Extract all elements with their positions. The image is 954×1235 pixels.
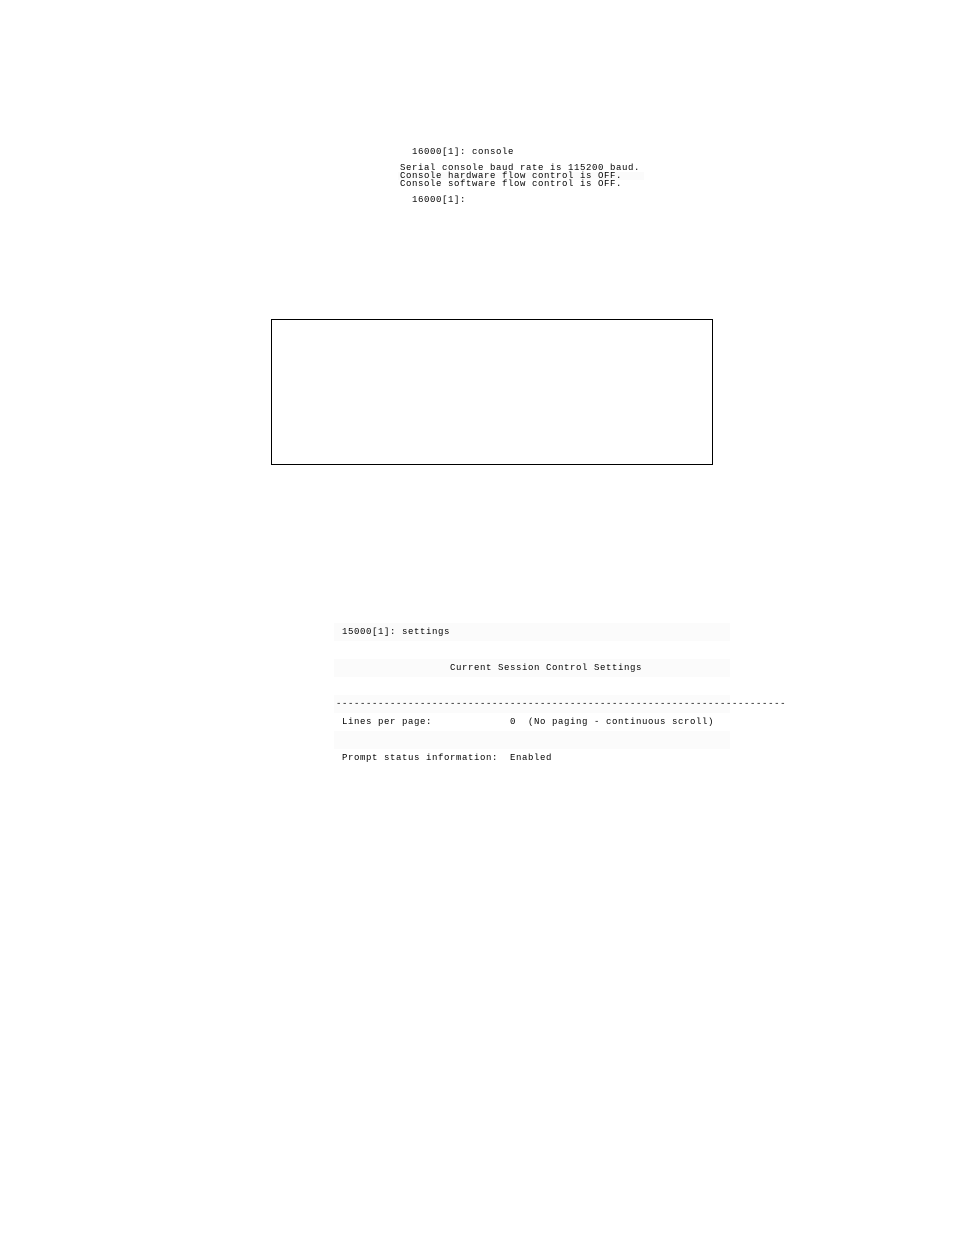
blank-line [334,677,730,695]
console-prompt-line: 16000[1]: console [398,148,644,156]
console-swflow-line: Console software flow control is OFF. [398,180,644,188]
blank-line [334,731,730,749]
settings-lines-per-page: Lines per page: 0 (No paging - continuou… [334,713,730,731]
settings-divider-line: ----------------------------------------… [334,695,730,713]
settings-title-line: Current Session Control Settings [334,659,730,677]
settings-prompt-line: 15000[1]: settings [334,623,730,641]
blank-line [334,641,730,659]
settings-prompt-status: Prompt status information: Enabled [334,749,730,767]
blank-line [398,204,644,212]
settings-output-block: 15000[1]: settings Current Session Contr… [334,623,730,767]
empty-frame [271,319,713,465]
console-prompt-line-2: 16000[1]: [398,196,644,204]
console-output-block: 16000[1]: console Serial console baud ra… [398,148,644,212]
